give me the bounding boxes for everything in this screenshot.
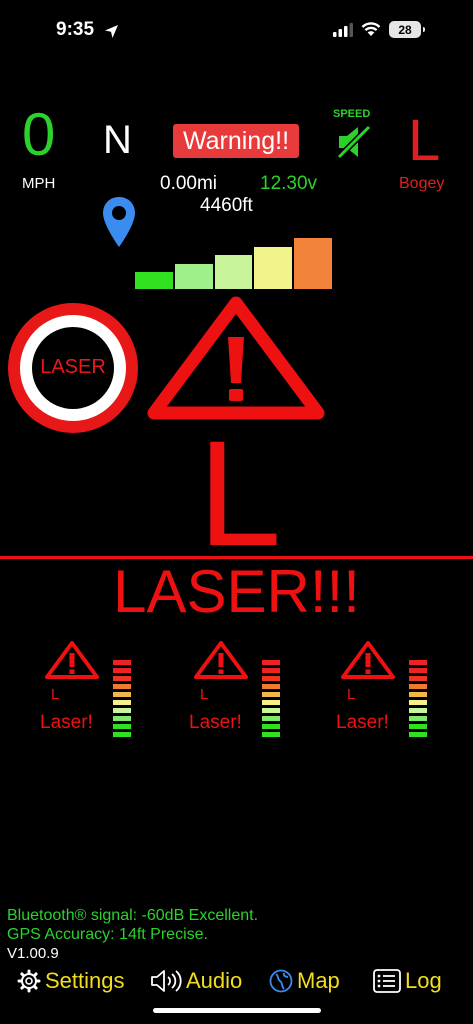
slot-meter-segment xyxy=(262,668,280,673)
bluetooth-signal-status: Bluetooth® signal: -60dB Excellent. xyxy=(7,907,259,924)
battery-indicator: 28 xyxy=(389,21,425,38)
warning-triangle-icon xyxy=(45,641,99,679)
slot-meter-segment xyxy=(113,716,131,721)
nav-audio-label: Audio xyxy=(186,968,243,993)
signal-bar-2 xyxy=(174,263,213,289)
laser-badge: LASER xyxy=(8,303,138,433)
slot-meter-segment xyxy=(262,660,280,665)
laser-badge-text: LASER xyxy=(40,356,106,378)
trip-distance: 0.00mi xyxy=(160,173,218,194)
slot-meter-segment xyxy=(409,676,427,681)
slot-meter xyxy=(409,660,429,740)
slot-meter-segment xyxy=(262,716,280,721)
battery-voltage: 12.30v xyxy=(260,173,318,194)
speed-value: 0 xyxy=(22,101,56,168)
list-icon xyxy=(373,969,401,993)
status-indicators: 28 xyxy=(333,21,425,38)
slot-meter-segment xyxy=(409,692,427,697)
nav-audio[interactable]: Audio xyxy=(150,966,242,996)
nav-log-label: Log xyxy=(405,968,442,993)
slot-band-letter: L xyxy=(51,686,60,703)
warning-triangle-icon xyxy=(194,641,248,679)
compass-heading: N xyxy=(103,118,132,162)
altitude: 4460ft xyxy=(200,195,253,216)
slot-meter-segment xyxy=(113,676,131,681)
app-version: V1.00.9 xyxy=(7,945,59,962)
alert-slot-1[interactable]: L Laser! xyxy=(40,640,180,750)
nav-map-label: Map xyxy=(297,968,340,993)
speed-unit: MPH xyxy=(22,175,56,192)
alert-headline: LASER!!! xyxy=(113,558,360,625)
speaker-icon xyxy=(151,970,182,992)
slot-band-letter: L xyxy=(347,686,356,703)
slot-meter-segment xyxy=(409,708,427,713)
status-time: 9:35 xyxy=(56,19,95,40)
slot-meter-segment xyxy=(113,724,131,729)
slot-meter xyxy=(262,660,282,740)
warning-triangle-icon xyxy=(147,296,325,420)
slot-meter-segment xyxy=(262,692,280,697)
nav-settings-label: Settings xyxy=(45,968,125,993)
slot-meter-segment xyxy=(409,668,427,673)
slot-meter-segment xyxy=(409,716,427,721)
alert-slot-2[interactable]: L Laser! xyxy=(189,640,329,750)
slot-label: Laser! xyxy=(336,712,389,733)
signal-bar-1 xyxy=(135,272,173,289)
slot-label: Laser! xyxy=(189,712,242,733)
slot-label: Laser! xyxy=(40,712,93,733)
slot-meter-segment xyxy=(262,700,280,705)
bogey-label: Bogey xyxy=(399,175,445,192)
location-arrow-icon xyxy=(105,25,118,38)
globe-icon xyxy=(269,969,293,993)
alert-band-letter: L xyxy=(198,409,282,577)
nav-log[interactable]: Log xyxy=(373,966,442,996)
warning-button[interactable]: Warning!! xyxy=(173,124,299,158)
signal-bar-4 xyxy=(254,246,293,289)
signal-strength-meter xyxy=(135,238,332,289)
slot-meter-segment xyxy=(113,668,131,673)
slot-meter-segment xyxy=(409,732,427,737)
gps-accuracy-status: GPS Accuracy: 14ft Precise. xyxy=(7,926,208,943)
wifi-icon xyxy=(361,22,381,36)
slot-meter-segment xyxy=(113,700,131,705)
slot-meter-segment xyxy=(262,684,280,689)
slot-meter-segment xyxy=(113,684,131,689)
cellular-signal-icon xyxy=(333,22,353,37)
signal-bar-3 xyxy=(214,255,253,289)
speaker-muted-icon[interactable] xyxy=(336,124,372,160)
slot-meter-segment xyxy=(262,676,280,681)
slot-meter-segment xyxy=(113,660,131,665)
slot-meter-segment xyxy=(113,708,131,713)
bogey-band-letter: L xyxy=(408,108,441,173)
speed-alert-label: SPEED xyxy=(333,108,371,120)
nav-map[interactable]: Map xyxy=(269,966,340,996)
slot-meter-segment xyxy=(409,684,427,689)
slot-meter-segment xyxy=(409,724,427,729)
slot-meter-segment xyxy=(409,660,427,665)
home-indicator[interactable] xyxy=(153,1008,321,1013)
slot-meter-segment xyxy=(113,732,131,737)
location-pin-icon[interactable] xyxy=(101,195,137,249)
slot-meter-segment xyxy=(262,732,280,737)
gear-icon xyxy=(17,969,41,993)
alert-slot-3[interactable]: L Laser! xyxy=(336,640,473,750)
signal-bar-5 xyxy=(294,238,332,289)
slot-band-letter: L xyxy=(200,686,209,703)
slot-meter-segment xyxy=(409,700,427,705)
slot-meter-segment xyxy=(262,724,280,729)
warning-triangle-icon xyxy=(341,641,395,679)
nav-settings[interactable]: Settings xyxy=(17,966,125,996)
slot-meter-segment xyxy=(113,692,131,697)
slot-meter-segment xyxy=(262,708,280,713)
slot-meter xyxy=(113,660,133,740)
